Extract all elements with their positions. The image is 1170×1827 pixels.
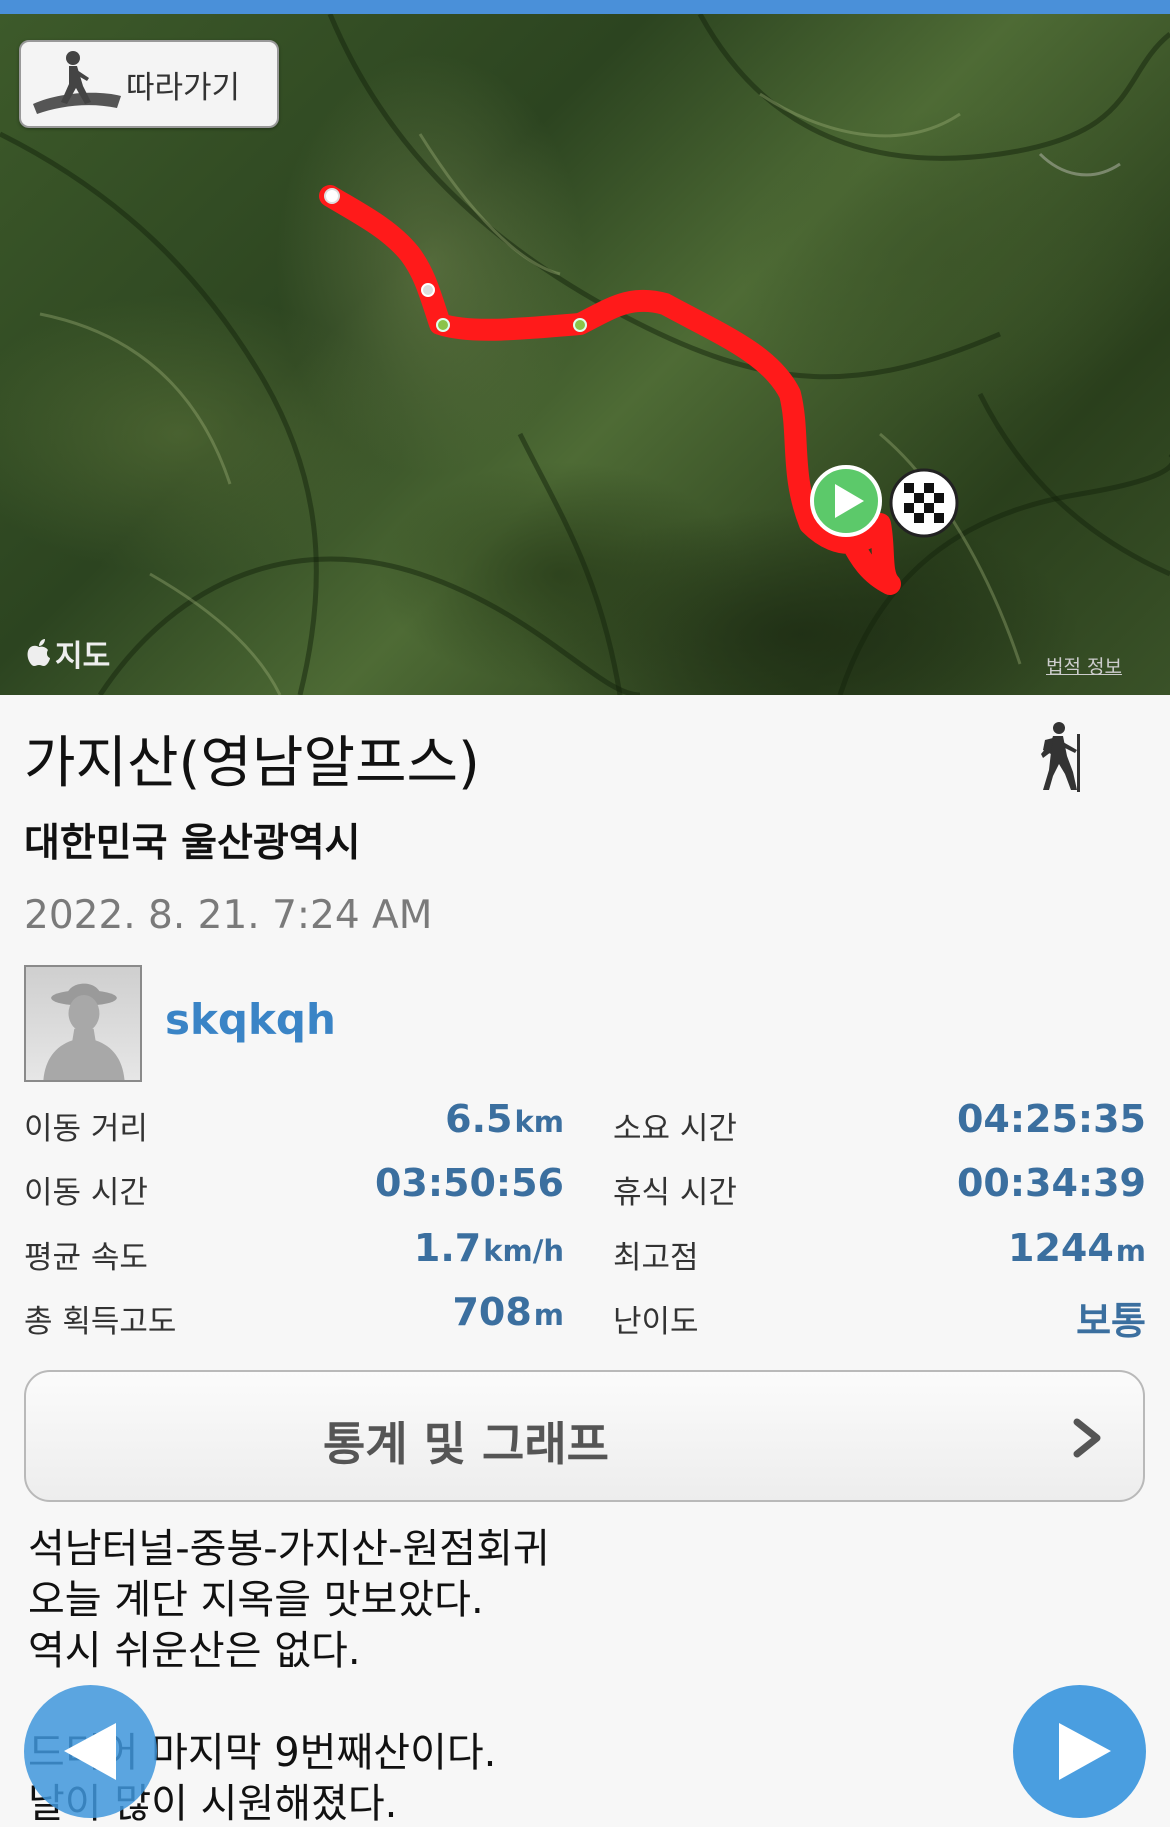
distance-unit: km [514, 1105, 564, 1139]
max-altitude-unit: m [1115, 1234, 1146, 1268]
stat-label-moving-time: 이동 시간 [24, 1175, 148, 1211]
stat-row: 평균 속도 1.7km/h 최고점 1244m [24, 1224, 1146, 1276]
waypoint-marker [324, 188, 340, 204]
stat-value-elevation-gain: 708m [452, 1290, 564, 1334]
stat-label-duration: 소요 시간 [613, 1111, 737, 1147]
next-button[interactable] [1013, 1685, 1146, 1818]
arrow-left-icon [64, 1723, 116, 1780]
distance-number: 6.5 [445, 1097, 513, 1141]
stat-label-avg-speed: 평균 속도 [24, 1240, 148, 1276]
stats-graph-button[interactable]: 통계 및 그래프 [24, 1370, 1145, 1502]
stat-label-max-altitude: 최고점 [613, 1240, 699, 1276]
follow-hiker-icon [33, 51, 121, 114]
stat-value-moving-time: 03:50:56 [374, 1161, 564, 1205]
stat-value-max-altitude: 1244m [1008, 1226, 1146, 1270]
arrow-right-icon [1059, 1723, 1111, 1780]
follow-button[interactable]: 따라가기 [19, 40, 279, 128]
chevron-right-icon [1073, 1418, 1101, 1458]
previous-button[interactable] [24, 1685, 157, 1818]
stat-label-rest-time: 휴식 시간 [613, 1175, 737, 1211]
start-marker-icon [810, 465, 882, 537]
note-line: 오늘 계단 지옥을 맛보았다. [28, 1577, 484, 1623]
avg-speed-number: 1.7 [413, 1226, 482, 1270]
stat-label-elevation-gain: 총 획득고도 [24, 1304, 177, 1340]
stat-value-distance: 6.5km [445, 1097, 564, 1141]
waypoint-marker [421, 283, 435, 297]
hiker-icon [1041, 722, 1080, 792]
stat-value-avg-speed: 1.7km/h [414, 1226, 564, 1270]
max-altitude-number: 1244 [1008, 1226, 1114, 1270]
username-link[interactable]: skqkqh [165, 995, 336, 1044]
maps-brand-label: 지도 [55, 639, 111, 674]
waypoint-marker [573, 318, 587, 332]
trail-datetime: 2022. 8. 21. 7:24 AM [24, 893, 433, 938]
legal-info-link[interactable]: 법적 정보 [1046, 652, 1122, 679]
avg-speed-unit: km/h [483, 1234, 564, 1268]
note-line: 역시 쉬운산은 없다. [28, 1628, 361, 1674]
follow-button-label: 따라가기 [126, 69, 241, 106]
stat-row: 이동 시간 03:50:56 휴식 시간 00:34:39 [24, 1159, 1146, 1211]
stat-row: 총 획득고도 708m 난이도 보통 [24, 1288, 1146, 1343]
stat-row: 이동 거리 6.5km 소요 시간 04:25:35 [24, 1095, 1146, 1147]
person-silhouette-icon [43, 983, 125, 1080]
note-line: 석남터널-중봉-가지산-원점회귀 [28, 1526, 550, 1572]
trail-location: 대한민국 울산광역시 [24, 821, 361, 866]
elevation-gain-unit: m [533, 1298, 564, 1332]
waypoint-marker [436, 318, 450, 332]
route-map[interactable]: 따라가기 지도 법적 정보 [0, 14, 1170, 695]
elevation-gain-number: 708 [452, 1290, 532, 1334]
avatar[interactable] [24, 965, 142, 1082]
stat-value-duration: 04:25:35 [956, 1097, 1146, 1141]
stat-value-rest-time: 00:34:39 [956, 1161, 1146, 1205]
route-path [319, 185, 901, 595]
top-status-strip [0, 0, 1170, 14]
stat-label-distance: 이동 거리 [24, 1111, 148, 1147]
stat-label-difficulty: 난이도 [613, 1304, 699, 1340]
trail-title: 가지산(영남알프스) [24, 731, 480, 796]
stats-graph-button-label: 통계 및 그래프 [323, 1417, 609, 1471]
finish-flag-icon [889, 468, 959, 538]
maps-brand: 지도 [26, 631, 110, 675]
stat-value-difficulty: 보통 [1076, 1299, 1146, 1343]
apple-logo-icon [27, 639, 50, 666]
